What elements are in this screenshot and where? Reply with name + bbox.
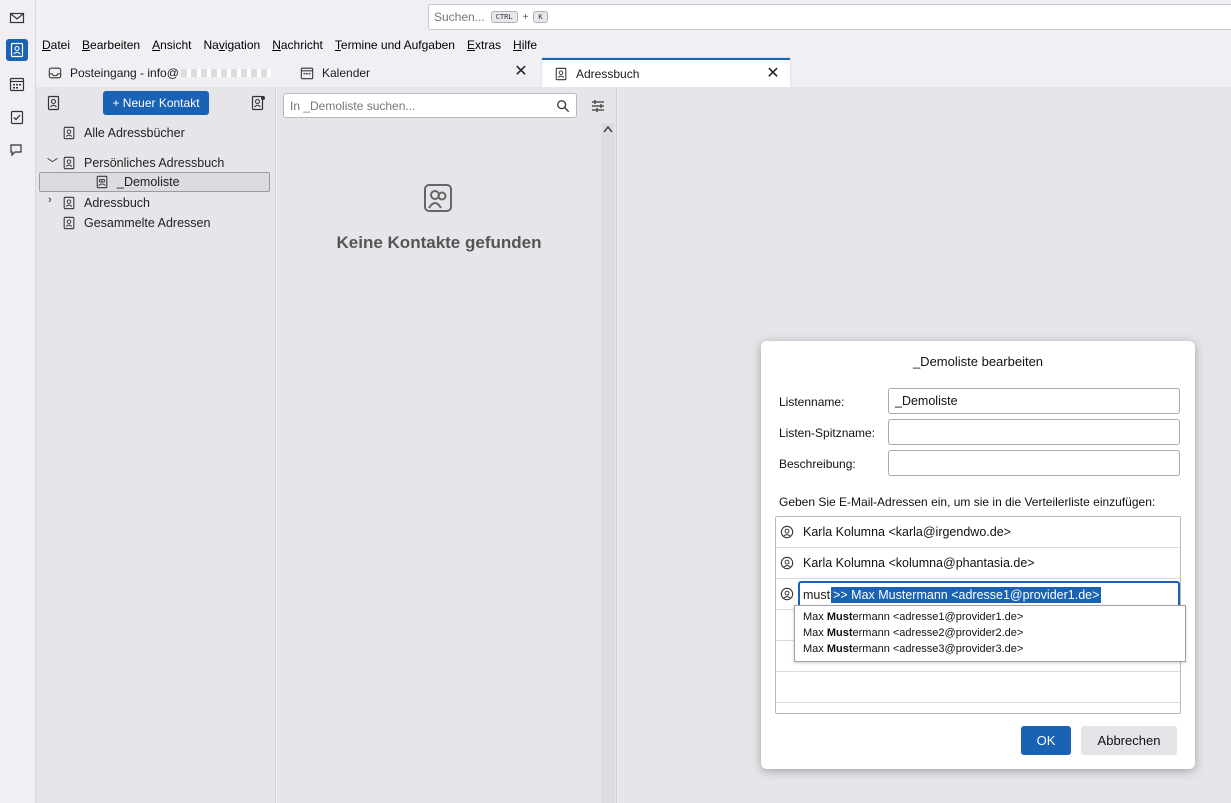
shortcut-key: K [533, 11, 548, 23]
members-instruction: Geben Sie E-Mail-Adressen ein, um sie in… [779, 495, 1156, 509]
tab-addressbook-label: Adressbuch [576, 66, 640, 81]
list-demoliste-label: _Demoliste [117, 175, 180, 189]
tab-inbox-label: Posteingang - info@ [70, 65, 179, 80]
book-adressbuch[interactable]: Adressbuch [62, 193, 150, 213]
tab-calendar[interactable]: Kalender ✕ [288, 58, 538, 87]
member-row-empty[interactable] [776, 672, 1180, 703]
calendar-icon [300, 67, 314, 79]
cards-pane: In _Demoliste suchen... Keine Kontakte g… [277, 87, 617, 803]
addressbook-icon[interactable] [6, 39, 28, 61]
close-icon[interactable]: ✕ [514, 64, 528, 80]
autocomplete-item[interactable]: Max Mustermann <adresse1@provider1.de> [803, 611, 1023, 623]
book-personal[interactable]: Persönliches Adressbuch [62, 153, 224, 173]
search-icon [557, 100, 570, 113]
contacts-empty-icon [424, 184, 452, 212]
contact-icon [780, 587, 794, 601]
global-search-input[interactable]: Suchen... CTRL + K [428, 4, 1231, 30]
tab-calendar-label: Kalender [322, 65, 371, 80]
spaces-toolbar [0, 0, 36, 803]
menu-nachricht[interactable]: Nachricht [272, 38, 323, 52]
autocomplete-popup: Max Mustermann <adresse1@provider1.de> M… [794, 605, 1186, 662]
menu-bar: Datei Bearbeiten Ansicht Navigation Nach… [36, 34, 1231, 56]
member-address: Karla Kolumna <kolumna@phantasia.de> [803, 556, 1035, 570]
scrollbar[interactable] [601, 123, 615, 803]
shortcut-ctrl: CTRL [490, 11, 518, 23]
typed-text: must [803, 588, 831, 602]
chevron-up-icon[interactable] [603, 125, 613, 133]
dialog-title: _Demoliste bearbeiten [912, 354, 1044, 369]
inbox-icon [48, 67, 62, 78]
edit-list-dialog: _Demoliste bearbeiten Listenname: _Demol… [761, 341, 1195, 769]
member-row[interactable]: Karla Kolumna <karla@irgendwo.de> [776, 517, 1180, 548]
book-all-label: Alle Adressbücher [84, 126, 185, 140]
addressbook-icon [63, 216, 75, 230]
chevron-down-icon[interactable]: ﹀ [47, 155, 58, 171]
mailing-list-icon [96, 175, 108, 189]
book-collected-label: Gesammelte Adressen [84, 216, 211, 230]
tab-addressbook[interactable]: Adressbuch ✕ [542, 58, 790, 87]
book-adressbuch-label: Adressbuch [84, 196, 151, 210]
nickname-label: Listen-Spitzname: [779, 426, 876, 440]
description-label: Beschreibung: [779, 457, 856, 471]
book-all[interactable]: Alle Adressbücher [62, 123, 185, 143]
menu-bearbeiten[interactable]: Bearbeiten [82, 38, 140, 52]
member-address: Karla Kolumna <karla@irgendwo.de> [803, 525, 1011, 539]
view-options-icon[interactable] [590, 98, 606, 114]
addressbook-icon [63, 156, 75, 170]
menu-navigation[interactable]: Navigation [203, 38, 260, 52]
mail-icon[interactable] [6, 7, 28, 29]
listname-label: Listenname: [779, 395, 845, 409]
nickname-field[interactable] [888, 419, 1180, 445]
addressbook-icon [63, 126, 75, 140]
shortcut-plus: + [522, 11, 529, 23]
contact-icon [780, 525, 794, 539]
chevron-right-icon[interactable]: › [48, 194, 52, 206]
search-placeholder: Suchen... [434, 10, 485, 24]
close-icon[interactable]: ✕ [766, 66, 780, 82]
tasks-icon[interactable] [6, 106, 28, 128]
new-addressbook-icon[interactable] [46, 95, 62, 111]
description-field[interactable] [888, 450, 1180, 476]
tab-bar: Posteingang - info@ Kalender ✕ Adressbuc… [36, 58, 1231, 87]
autocomplete-completion: >> Max Mustermann <adresse1@provider1.de… [831, 587, 1102, 603]
list-search-input[interactable]: In _Demoliste suchen... [283, 93, 577, 118]
addressbooks-pane: + Neuer Kontakt Alle Adressbücher ﹀ Pers… [36, 87, 276, 803]
list-demoliste[interactable]: _Demoliste [39, 172, 270, 192]
list-search-placeholder: In _Demoliste suchen... [290, 98, 416, 113]
menu-datei[interactable]: Datei [42, 38, 70, 52]
menu-termine[interactable]: Termine und Aufgaben [335, 38, 455, 52]
autocomplete-item[interactable]: Max Mustermann <adresse3@provider3.de> [803, 643, 1023, 655]
tab-inbox[interactable]: Posteingang - info@ [36, 58, 286, 87]
empty-message: Keine Kontakte gefunden [336, 233, 542, 252]
book-personal-label: Persönliches Adressbuch [84, 156, 225, 170]
menu-ansicht[interactable]: Ansicht [152, 38, 191, 52]
contact-icon [780, 556, 794, 570]
new-contact-button[interactable]: + Neuer Kontakt [103, 91, 209, 115]
addressbook-icon [555, 67, 567, 80]
menu-hilfe[interactable]: Hilfe [513, 38, 537, 52]
ok-button[interactable]: OK [1021, 726, 1071, 755]
menu-extras[interactable]: Extras [467, 38, 501, 52]
chat-icon[interactable] [6, 139, 28, 161]
member-row[interactable]: Karla Kolumna <kolumna@phantasia.de> [776, 548, 1180, 579]
addressbook-icon [63, 196, 75, 210]
autocomplete-item[interactable]: Max Mustermann <adresse2@provider2.de> [803, 627, 1023, 639]
book-collected[interactable]: Gesammelte Adressen [62, 213, 210, 233]
listname-field[interactable]: _Demoliste [888, 388, 1180, 414]
redacted-address [180, 68, 271, 77]
calendar-icon[interactable] [6, 73, 28, 95]
cancel-button[interactable]: Abbrechen [1081, 726, 1177, 755]
new-list-icon[interactable] [250, 95, 266, 111]
top-toolbar: Suchen... CTRL + K [36, 0, 1231, 34]
